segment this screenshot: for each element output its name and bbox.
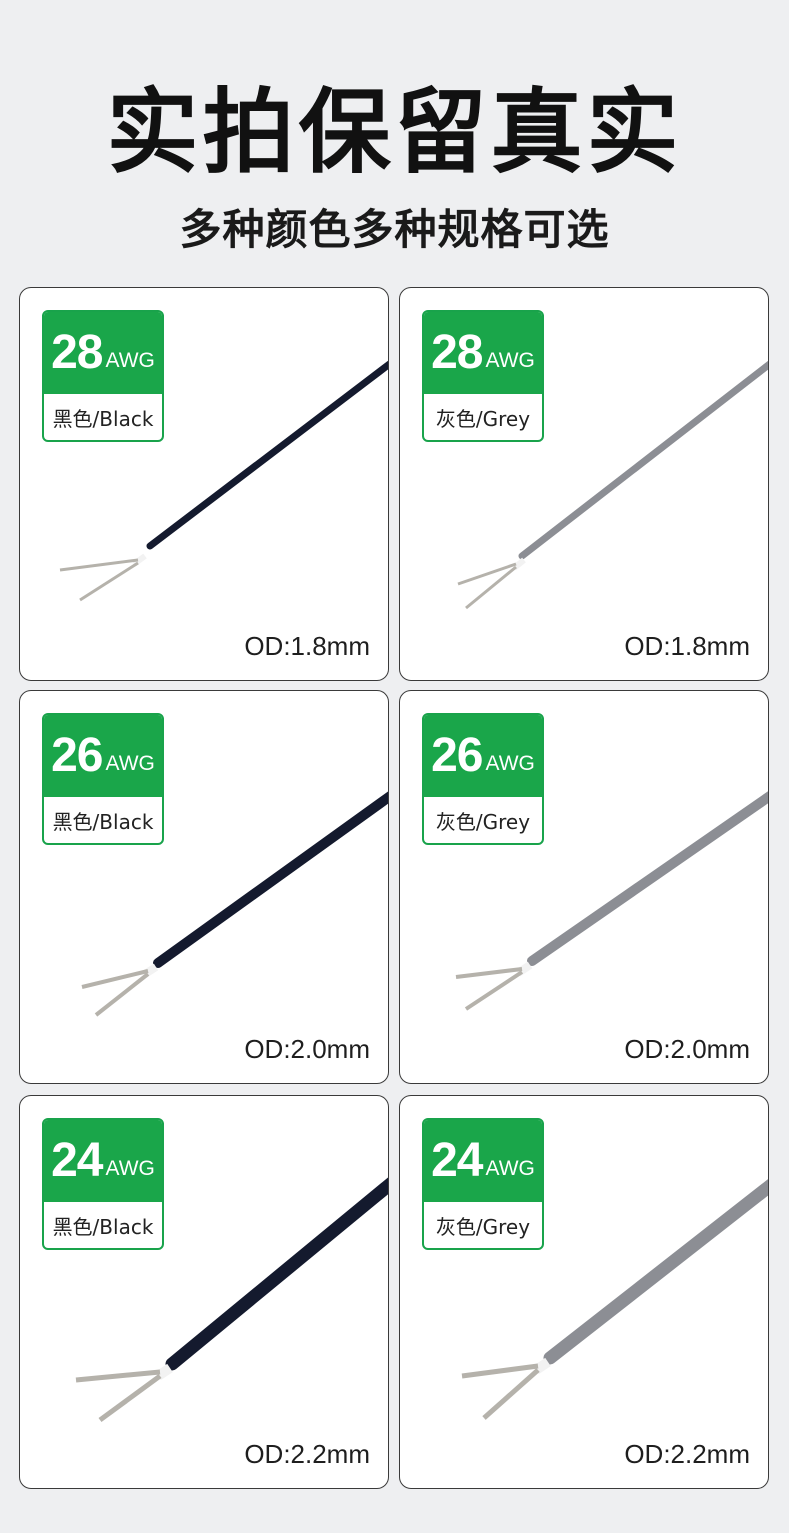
gauge-unit: AWG [485, 1156, 535, 1180]
gauge-unit: AWG [485, 348, 535, 372]
color-label: 黑色/Black [52, 406, 154, 431]
gauge-unit: AWG [105, 1156, 155, 1180]
outer-diameter: OD:2.2mm [244, 1439, 370, 1469]
gauge-unit: AWG [105, 751, 155, 775]
gauge-number: 24 [431, 1134, 483, 1187]
gauge-number: 28 [431, 326, 483, 379]
color-label: 灰色/Grey [435, 1214, 531, 1239]
gauge-number: 24 [51, 1134, 103, 1187]
color-label: 黑色/Black [52, 809, 154, 834]
gauge-badge: 24 AWG 灰色/Grey [422, 1118, 544, 1250]
product-card-28awg-black: 28 AWG 黑色/Black OD:1.8mm [19, 287, 389, 681]
gauge-badge: 28 AWG 灰色/Grey [422, 310, 544, 442]
gauge-number: 26 [431, 729, 483, 782]
gauge-unit: AWG [485, 751, 535, 775]
gauge-badge: 28 AWG 黑色/Black [42, 310, 164, 442]
gauge-badge: 26 AWG 黑色/Black [42, 713, 164, 845]
product-card-28awg-grey: 28 AWG 灰色/Grey OD:1.8mm [399, 287, 769, 681]
outer-diameter: OD:1.8mm [244, 631, 370, 661]
gauge-number: 26 [51, 729, 103, 782]
color-label: 灰色/Grey [435, 406, 531, 431]
page-subtitle: 多种颜色多种规格可选 [179, 205, 610, 254]
product-card-24awg-grey: 24 AWG 灰色/Grey OD:2.2mm [399, 1095, 769, 1489]
gauge-number: 28 [51, 326, 103, 379]
product-card-26awg-grey: 26 AWG 灰色/Grey OD:2.0mm [399, 690, 769, 1084]
outer-diameter: OD:2.2mm [624, 1439, 750, 1469]
gauge-unit: AWG [105, 348, 155, 372]
outer-diameter: OD:2.0mm [244, 1034, 370, 1064]
color-label: 黑色/Black [52, 1214, 154, 1239]
page-title: 实拍保留真实 [106, 79, 683, 186]
outer-diameter: OD:1.8mm [624, 631, 750, 661]
product-card-26awg-black: 26 AWG 黑色/Black OD:2.0mm [19, 690, 389, 1084]
gauge-badge: 26 AWG 灰色/Grey [422, 713, 544, 845]
gauge-badge: 24 AWG 黑色/Black [42, 1118, 164, 1250]
outer-diameter: OD:2.0mm [624, 1034, 750, 1064]
product-card-24awg-black: 24 AWG 黑色/Black OD:2.2mm [19, 1095, 389, 1489]
color-label: 灰色/Grey [435, 809, 531, 834]
